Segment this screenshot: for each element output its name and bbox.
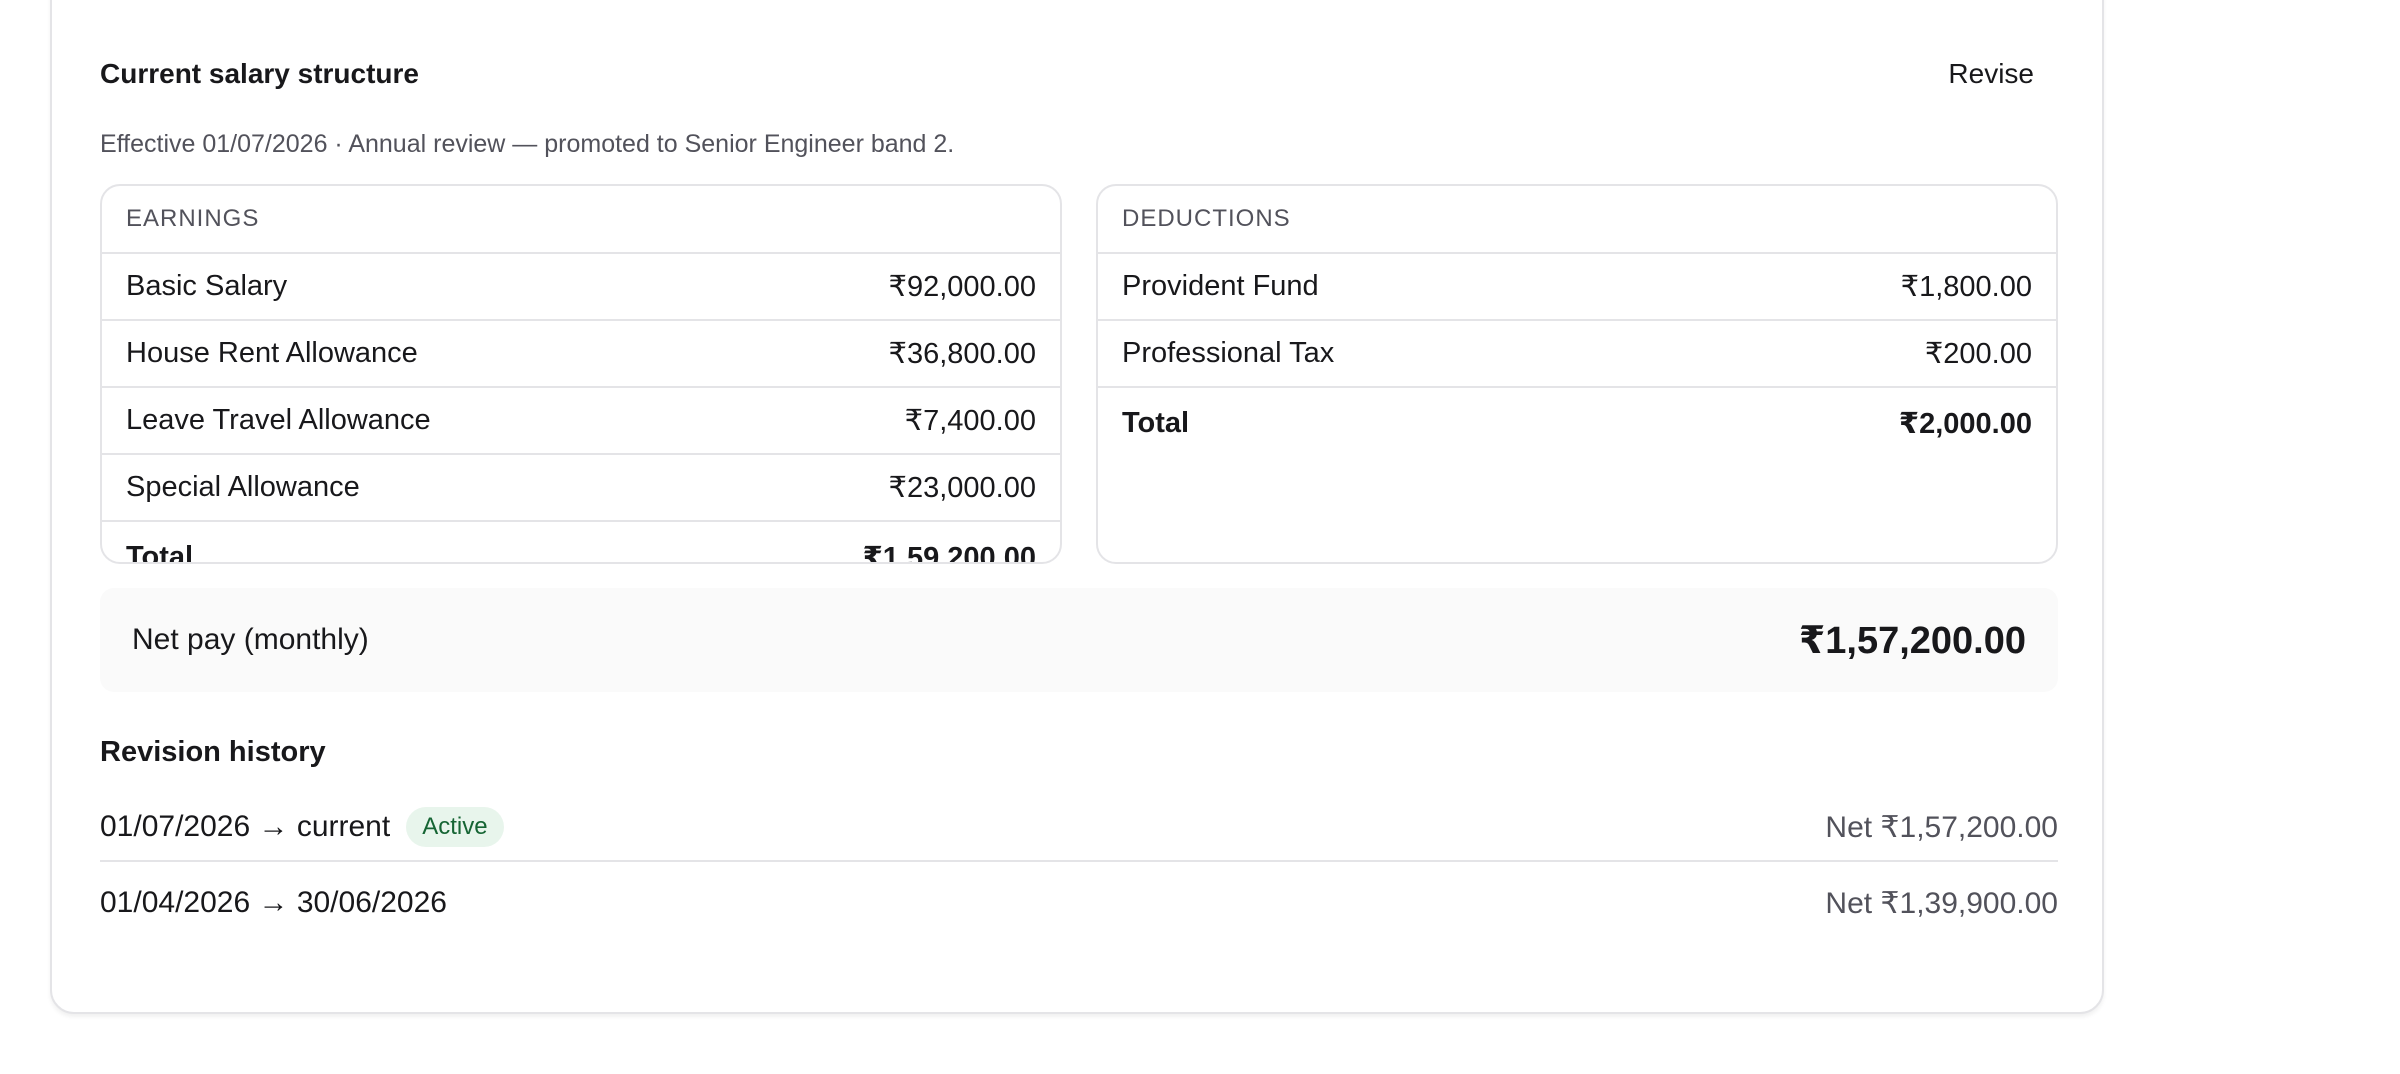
deduction-value: ₹200.00 (1924, 338, 2032, 370)
revise-button[interactable]: Revise (1948, 52, 2034, 96)
deductions-total-label: Total (1122, 406, 1190, 439)
revision-range: 01/07/2026 → current (100, 810, 391, 843)
earnings-row: House Rent Allowance ₹36,800.00 (102, 321, 1060, 388)
active-status-badge: Active (406, 807, 504, 847)
deductions-panel: DEDUCTIONS Provident Fund ₹1,800.00 Prof… (1096, 184, 2058, 564)
deduction-label: Provident Fund (1122, 270, 1319, 302)
earnings-row: Leave Travel Allowance ₹7,400.00 (102, 388, 1060, 455)
net-pay-value: ₹1,57,200.00 (1798, 619, 2026, 662)
net-pay-summary: Net pay (monthly) ₹1,57,200.00 (100, 588, 2058, 692)
deductions-total-value: ₹2,000.00 (1898, 407, 2032, 440)
revision-row[interactable]: 01/07/2026 → current Active Net ₹1,57,20… (100, 794, 2058, 862)
deduction-label: Professional Tax (1122, 337, 1335, 369)
salary-structure-card: Current salary structure Revise Effectiv… (50, 0, 2104, 1014)
earnings-total-label: Total (126, 540, 194, 564)
earning-label: Basic Salary (126, 270, 288, 302)
earnings-row: Basic Salary ₹92,000.00 (102, 254, 1060, 321)
earning-label: Special Allowance (126, 471, 360, 503)
earnings-row: Special Allowance ₹23,000.00 (102, 455, 1060, 522)
deduction-value: ₹1,800.00 (1900, 271, 2032, 303)
revision-range-group: 01/07/2026 → current Active (100, 807, 504, 847)
revision-net: Net ₹1,39,900.00 (1825, 886, 2058, 920)
revision-net: Net ₹1,57,200.00 (1825, 810, 2058, 844)
earnings-panel: EARNINGS Basic Salary ₹92,000.00 House R… (100, 184, 1062, 564)
earnings-total-row: Total ₹1,59,200.00 (102, 522, 1060, 564)
earnings-heading: EARNINGS (102, 186, 1060, 254)
deductions-heading: DEDUCTIONS (1098, 186, 2056, 254)
net-pay-label: Net pay (monthly) (132, 623, 369, 656)
revision-range: 01/04/2026 → 30/06/2026 (100, 886, 447, 919)
earning-value: ₹23,000.00 (888, 472, 1036, 504)
deductions-total-row: Total ₹2,000.00 (1098, 388, 2056, 458)
section-title: Current salary structure (100, 58, 420, 89)
revision-row[interactable]: 01/04/2026 → 30/06/2026 Net ₹1,39,900.00 (100, 870, 2058, 936)
earning-label: Leave Travel Allowance (126, 404, 431, 436)
deductions-row: Professional Tax ₹200.00 (1098, 321, 2056, 388)
revision-history-title: Revision history (100, 736, 326, 768)
revision-range-group: 01/04/2026 → 30/06/2026 (100, 886, 447, 920)
earnings-total-value: ₹1,59,200.00 (862, 541, 1036, 564)
earning-value: ₹92,000.00 (888, 271, 1036, 303)
deductions-row: Provident Fund ₹1,800.00 (1098, 254, 2056, 321)
earning-value: ₹7,400.00 (904, 405, 1036, 437)
effective-description: Effective 01/07/2026 · Annual review — p… (100, 130, 955, 158)
earning-value: ₹36,800.00 (888, 338, 1036, 370)
earning-label: House Rent Allowance (126, 337, 418, 369)
